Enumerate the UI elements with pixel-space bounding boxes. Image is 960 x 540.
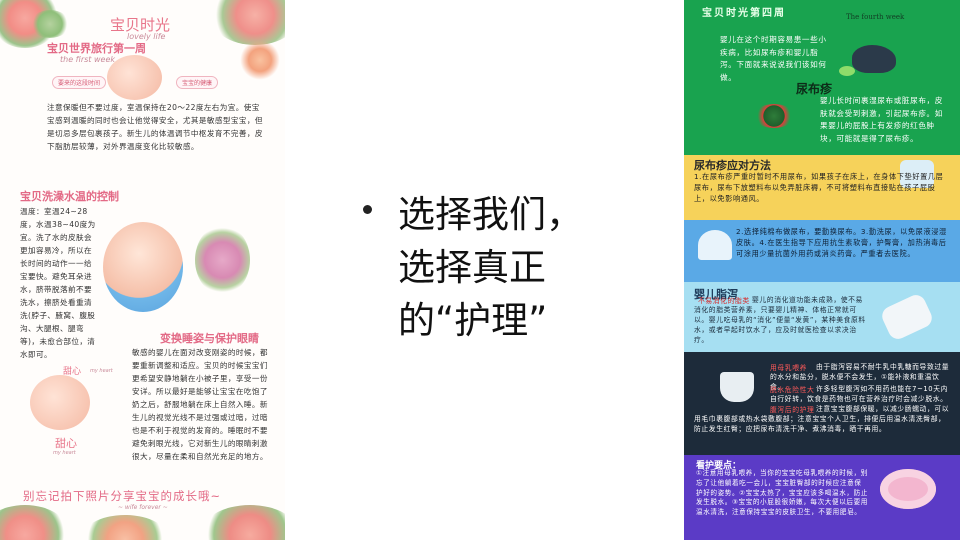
teal-section: 婴儿脂泻 不易消化的脂类 婴儿的消化道功能未成熟，使不易消化的脂类营养素，只要婴… <box>684 282 960 352</box>
sticker-label-2-en: my heart <box>53 450 76 456</box>
section1-heading: 宝贝世界旅行第一周 <box>47 42 146 55</box>
right-poster: 宝贝时光第四周 The fourth week 婴儿在这个时期容易患一些小疾病，… <box>684 0 960 540</box>
bullet-line-3: 的“护理” <box>398 299 548 342</box>
leaf-icon <box>839 66 855 76</box>
dark-text-2: 许多轻型腹泻如不用药也能在7~10天内自行好转，饮食是药物也可在营养治疗时会减少… <box>770 385 949 403</box>
bullet-line-2: 选择真正 <box>398 246 546 289</box>
tag-pill-left: 要来的这段时间 <box>52 76 107 89</box>
measures-text-2: 2.选择纯棉布做尿布，要勤换尿布。3.勤洗尿，以免尿液浸湿皮肤。4.在医生指导下… <box>736 227 947 258</box>
section1-paragraph: 注意保暖但不要过度，室温保持在20～22度左右为宜。使宝宝感到温暖的同时也会让他… <box>47 103 263 151</box>
care-text: ①注意用母乳喂养，当你的宝宝吃母乳喂养的时候，别忘了让他躺着吃一会儿，宝宝脏臀部… <box>696 469 868 517</box>
section1-subheading: the first week <box>60 55 115 64</box>
dark-section: 用母乳喂养 由于脂泻容易不耐牛乳中乳糖而导致过量的水分和盐分，脱水便不会发生，①… <box>684 352 960 455</box>
cup-icon <box>720 372 754 402</box>
green-section: 宝贝时光第四周 The fourth week 婴儿在这个时期容易患一些小疾病，… <box>684 0 960 155</box>
dinosaur-icon <box>852 45 896 73</box>
banner-en: The fourth week <box>846 13 905 21</box>
baby-face-image <box>107 55 162 100</box>
baby-sitting-image <box>103 222 183 312</box>
sticker-label-2: 甜心 <box>55 437 77 450</box>
bottle-icon <box>878 291 936 343</box>
flower-middle-right-decoration <box>195 225 250 295</box>
section2-heading: 宝贝洗澡水温的控制 <box>20 190 119 203</box>
blue-section: 2.选择纯棉布做尿布，要勤换尿布。3.勤洗尿，以免尿液浸湿皮肤。4.在医生指导下… <box>684 220 960 282</box>
diarrhea-text: 婴儿的消化道功能未成熟，使不易消化的脂类营养素，只要婴儿精神、体格正常就可以。婴… <box>694 296 866 344</box>
bullet-line-1: 选择我们， <box>398 193 583 236</box>
intro-text: 婴儿在这个时期容易患一些小疾病，比如尿布疹和婴儿脂泻。下面就来说说我们该如何做。 <box>720 35 827 82</box>
section3-heading: 变换睡姿与保护眼睛 <box>160 332 259 345</box>
leaf-top-left-decoration <box>30 10 70 38</box>
flower-bottom-middle-decoration <box>80 515 170 540</box>
left-poster-footer-small: ~ wife forever ~ <box>118 504 168 511</box>
main-bullet-text: 选择我们， 选择真正 的“护理” <box>398 188 628 347</box>
leaves-illustration <box>754 104 794 128</box>
sticker-label-1: 甜心 <box>63 367 82 377</box>
flower-bottom-left-decoration <box>0 505 70 540</box>
purple-section: 看护要点： ①注意用母乳喂养，当你的宝宝吃母乳喂养的时候，别忘了让他躺着吃一会儿… <box>684 455 960 540</box>
baby-sticker-image <box>30 375 90 430</box>
section2-paragraph: 温度：室温24~28度，水温38~40度为宜。洗了水的皮肤会更加容易冷，所以在长… <box>20 207 96 359</box>
flower-top-right-small-decoration <box>240 40 280 80</box>
pacifier-icon <box>880 469 936 509</box>
measures-text-1: 1.在尿布疹严重时暂时不用尿布，如果孩子在床上，在身体下垫好置几层尿布，尿布下放… <box>694 172 944 203</box>
dark-text-3: 注意宝宝腹部保暖，以减少肠蠕动，可以用毛巾裹腹部或热水袋敷腹部；注意宝宝个人卫生… <box>694 405 950 433</box>
left-poster-footer: 别忘记拍下照片分享宝宝的成长哦~ <box>23 489 222 503</box>
tag-pill-right: 宝宝的健康 <box>176 76 219 89</box>
sticker-label-1-en: my heart <box>90 368 113 374</box>
flower-bottom-right-decoration <box>200 505 285 540</box>
yellow-section: 尿布疹应对方法 1.在尿布疹严重时暂时不用尿布，如果孩子在床上，在身体下垫好置几… <box>684 155 960 220</box>
section3-paragraph: 敏感的婴儿在面对改变刚姿的时候，都要重新调整和适应。宝贝的时候宝宝们更希望安静地… <box>132 348 268 461</box>
banner-title: 宝贝时光第四周 <box>702 8 786 19</box>
stroller-icon <box>698 230 732 260</box>
diaper-text: 婴儿长时间裹湿尿布或脏尿布，皮肤就会受到刺激，引起尿布疹。如果婴儿的屁股上有发疹… <box>820 96 943 143</box>
bullet-point <box>363 205 372 214</box>
flower-top-right-decoration <box>210 0 285 45</box>
left-poster: 宝贝时光 lovely life 宝贝世界旅行第一周 the first wee… <box>0 0 285 540</box>
